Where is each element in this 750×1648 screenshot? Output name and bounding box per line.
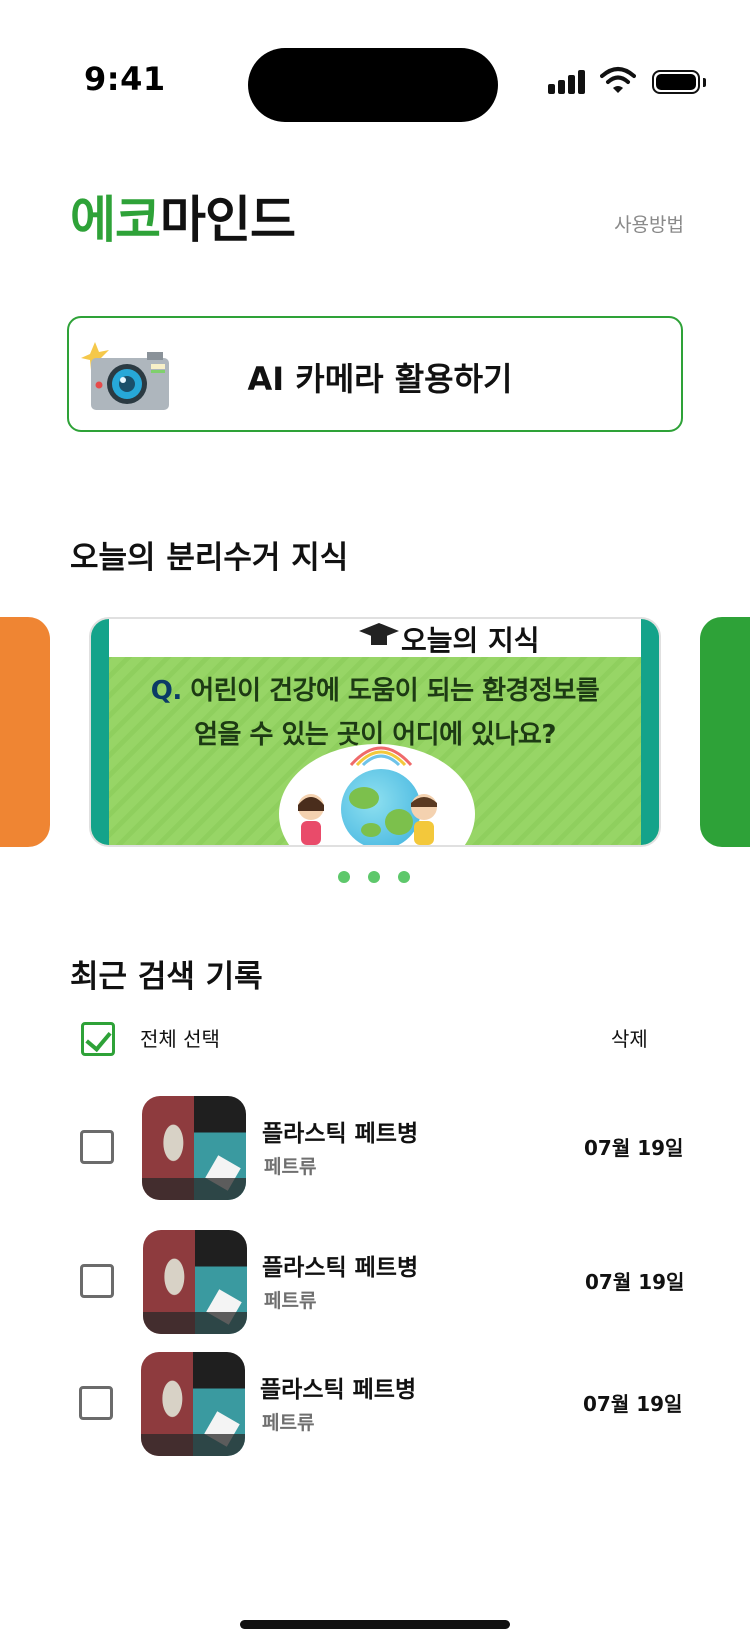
wifi-icon [600,67,636,93]
status-time: 9:41 [84,60,166,98]
item-category: 페트류 [262,1412,315,1434]
delete-button[interactable]: 삭제 [611,1023,648,1052]
help-link[interactable]: 사용방법 [614,210,684,237]
question-mark-label: Q. [150,676,182,706]
carousel-dot-1[interactable] [338,871,350,883]
item-checkbox[interactable] [80,1264,114,1298]
carousel-dot-3[interactable] [398,871,410,883]
graduation-cap-icon [359,623,399,645]
item-title: 플라스틱 페트병 [260,1377,417,1403]
card-tag: 오늘의 지식 [401,624,540,657]
recent-list-item[interactable]: 플라스틱 페트병 페트류 07월 19일 [0,1346,750,1456]
item-date: 07월 19일 [585,1270,685,1294]
item-thumbnail [142,1096,246,1200]
ai-camera-button[interactable]: AI 카메라 활용하기 [67,316,683,432]
question-line-1: 어린이 건강에 도움이 되는 환경정보를 [190,676,600,706]
home-indicator[interactable] [240,1620,510,1629]
item-title: 플라스틱 페트병 [262,1255,419,1281]
item-category: 페트류 [264,1290,317,1312]
boy-illustration [411,794,437,845]
recent-section-title: 최근 검색 기록 [70,959,263,995]
carousel-dot-2[interactable] [368,871,380,883]
knowledge-card[interactable]: 오늘의 지식 Q. 어린이 건강에 도움이 되는 환경정보를 얻을 수 있는 곳… [89,617,661,847]
logo-black-text: 마인드 [160,191,296,249]
item-date: 07월 19일 [584,1136,684,1160]
carousel-card-prev[interactable] [0,617,50,847]
item-checkbox[interactable] [80,1130,114,1164]
select-all-label: 전체 선택 [140,1027,220,1051]
item-thumbnail [141,1352,245,1456]
girl-illustration [298,794,324,845]
rainbow-illustration [349,746,413,767]
item-checkbox[interactable] [79,1386,113,1420]
recent-list-item[interactable]: 플라스틱 페트병 페트류 07월 19일 [0,1224,750,1334]
item-title: 플라스틱 페트병 [262,1121,419,1147]
carousel-card-next[interactable] [700,617,750,847]
recent-list-item[interactable]: 플라스틱 페트병 페트류 07월 19일 [0,1090,750,1200]
cellular-signal-icon [548,70,588,94]
knowledge-section-title: 오늘의 분리수거 지식 [70,540,349,576]
select-all-checkbox[interactable] [81,1022,115,1056]
ai-camera-label: AI 카메라 활용하기 [247,360,513,398]
item-category: 페트류 [264,1156,317,1178]
item-thumbnail [143,1230,247,1334]
carousel-pagination [338,868,428,887]
logo-green-text: 에코 [70,191,161,249]
battery-cap [703,78,706,87]
dynamic-island [248,48,498,122]
battery-icon [652,70,700,94]
item-date: 07월 19일 [583,1392,683,1416]
app-logo: 에코마인드 [70,180,296,252]
